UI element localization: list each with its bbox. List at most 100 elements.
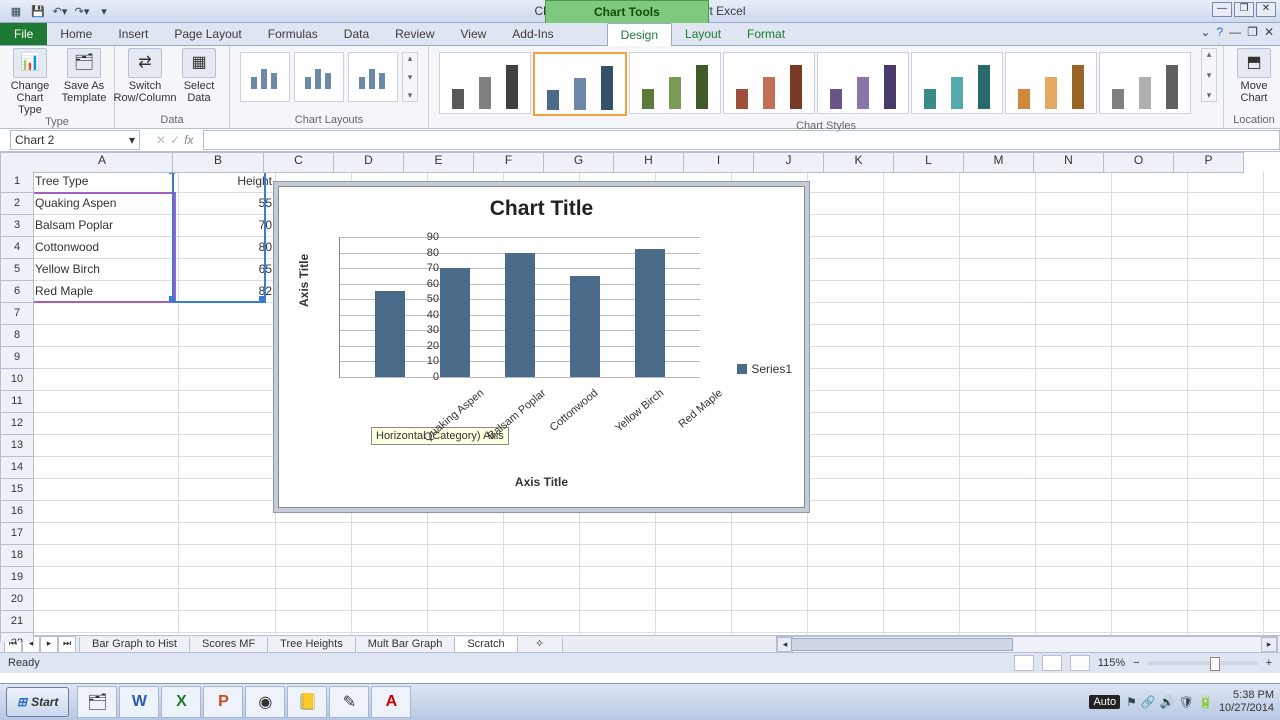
cell-J19[interactable] <box>808 567 884 589</box>
chart-style-1[interactable] <box>439 52 531 114</box>
cell-L4[interactable] <box>960 237 1036 259</box>
cell-P6[interactable] <box>1264 281 1280 303</box>
help-icon[interactable]: ? <box>1216 25 1223 39</box>
column-header-M[interactable]: M <box>964 152 1034 173</box>
workbook-close-icon[interactable]: ✕ <box>1264 25 1274 39</box>
x-category-label[interactable]: Balsam Poplar <box>486 387 549 442</box>
cell-O18[interactable] <box>1188 545 1264 567</box>
cell-O21[interactable] <box>1188 611 1264 633</box>
taskbar-chrome-icon[interactable]: ◉ <box>245 686 285 718</box>
tab-design[interactable]: Design <box>607 23 672 46</box>
cell-K17[interactable] <box>884 523 960 545</box>
cell-B7[interactable] <box>179 303 276 325</box>
chart-style-4[interactable] <box>723 52 815 114</box>
plot-area[interactable] <box>339 237 700 378</box>
column-header-C[interactable]: C <box>264 152 334 173</box>
column-header-A[interactable]: A <box>32 152 173 173</box>
row-header-21[interactable]: 21 <box>0 611 34 633</box>
cell-J7[interactable] <box>808 303 884 325</box>
cell-L21[interactable] <box>960 611 1036 633</box>
cell-P18[interactable] <box>1264 545 1280 567</box>
cell-J10[interactable] <box>808 369 884 391</box>
column-header-D[interactable]: D <box>334 152 404 173</box>
cell-L16[interactable] <box>960 501 1036 523</box>
cell-N20[interactable] <box>1112 589 1188 611</box>
column-header-G[interactable]: G <box>544 152 614 173</box>
redo-icon[interactable]: ↷▾ <box>72 2 92 20</box>
column-header-K[interactable]: K <box>824 152 894 173</box>
cell-O7[interactable] <box>1188 303 1264 325</box>
sheet-tab-tree-heights[interactable]: Tree Heights <box>267 637 356 653</box>
cell-A2[interactable]: Quaking Aspen <box>32 193 179 215</box>
name-box[interactable]: Chart 2▾ <box>10 130 140 150</box>
layout-option-3[interactable] <box>348 52 398 102</box>
page-break-view-button[interactable] <box>1070 655 1090 671</box>
cell-A4[interactable]: Cottonwood <box>32 237 179 259</box>
cell-N19[interactable] <box>1112 567 1188 589</box>
cell-L3[interactable] <box>960 215 1036 237</box>
cell-C19[interactable] <box>276 567 352 589</box>
cell-O17[interactable] <box>1188 523 1264 545</box>
bar-balsam-poplar[interactable] <box>440 268 470 377</box>
enter-formula-icon[interactable]: ✓ <box>170 133 180 147</box>
cell-F20[interactable] <box>504 589 580 611</box>
column-header-L[interactable]: L <box>894 152 964 173</box>
cell-B11[interactable] <box>179 391 276 413</box>
cell-O8[interactable] <box>1188 325 1264 347</box>
cell-P10[interactable] <box>1264 369 1280 391</box>
x-category-label[interactable]: Cottonwood <box>548 387 601 434</box>
cell-J14[interactable] <box>808 457 884 479</box>
page-layout-view-button[interactable] <box>1042 655 1062 671</box>
cell-F18[interactable] <box>504 545 580 567</box>
cell-O19[interactable] <box>1188 567 1264 589</box>
file-tab[interactable]: File <box>0 23 47 45</box>
cell-K18[interactable] <box>884 545 960 567</box>
column-header-F[interactable]: F <box>474 152 544 173</box>
cell-C21[interactable] <box>276 611 352 633</box>
cell-A8[interactable] <box>32 325 179 347</box>
zoom-slider-thumb[interactable] <box>1210 657 1220 671</box>
cell-M8[interactable] <box>1036 325 1112 347</box>
cell-K5[interactable] <box>884 259 960 281</box>
cell-B14[interactable] <box>179 457 276 479</box>
cell-A16[interactable] <box>32 501 179 523</box>
cell-N17[interactable] <box>1112 523 1188 545</box>
cell-N6[interactable] <box>1112 281 1188 303</box>
cell-M13[interactable] <box>1036 435 1112 457</box>
cell-P20[interactable] <box>1264 589 1280 611</box>
row-header-11[interactable]: 11 <box>0 391 34 413</box>
range-handle[interactable] <box>259 296 265 302</box>
cell-B1[interactable]: Height <box>179 171 276 193</box>
tray-flag-icon[interactable]: ⚑ <box>1126 695 1137 709</box>
cell-O10[interactable] <box>1188 369 1264 391</box>
cell-I20[interactable] <box>732 589 808 611</box>
cell-J11[interactable] <box>808 391 884 413</box>
cell-M9[interactable] <box>1036 347 1112 369</box>
cell-L9[interactable] <box>960 347 1036 369</box>
range-handle[interactable] <box>169 296 175 302</box>
column-header-N[interactable]: N <box>1034 152 1104 173</box>
cell-M3[interactable] <box>1036 215 1112 237</box>
cell-L20[interactable] <box>960 589 1036 611</box>
select-data-button[interactable]: ▦Select Data <box>175 48 223 104</box>
row-header-9[interactable]: 9 <box>0 347 34 369</box>
cell-J3[interactable] <box>808 215 884 237</box>
cell-K10[interactable] <box>884 369 960 391</box>
row-header-20[interactable]: 20 <box>0 589 34 611</box>
x-category-label[interactable]: Yellow Birch <box>613 387 666 434</box>
tab-format[interactable]: Format <box>734 23 798 45</box>
cell-N16[interactable] <box>1112 501 1188 523</box>
zoom-level[interactable]: 115% <box>1098 657 1125 669</box>
cell-P8[interactable] <box>1264 325 1280 347</box>
cell-C17[interactable] <box>276 523 352 545</box>
cell-N2[interactable] <box>1112 193 1188 215</box>
cell-P1[interactable] <box>1264 171 1280 193</box>
row-header-2[interactable]: 2 <box>0 193 34 215</box>
qat-customize-icon[interactable]: ▾ <box>94 2 114 20</box>
taskbar-clock[interactable]: 5:38 PM 10/27/2014 <box>1219 689 1274 715</box>
tab-data[interactable]: Data <box>331 23 382 45</box>
column-header-I[interactable]: I <box>684 152 754 173</box>
row-header-10[interactable]: 10 <box>0 369 34 391</box>
cell-P16[interactable] <box>1264 501 1280 523</box>
row-header-17[interactable]: 17 <box>0 523 34 545</box>
